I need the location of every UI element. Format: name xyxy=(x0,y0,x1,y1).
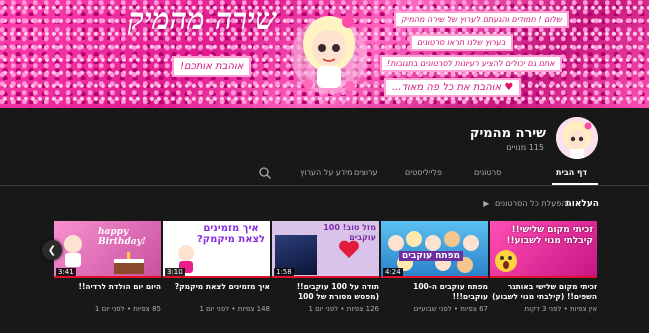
video-meta: 126 צפיות • לפני יום 1 xyxy=(308,305,379,313)
character-icon xyxy=(64,235,82,267)
watched-progress-bar xyxy=(163,276,270,278)
tab-about[interactable]: מידע על הערוץ xyxy=(300,168,352,177)
thumbnail-text: איך מזמינים לצאת מיקמק? xyxy=(196,223,266,245)
play-all-button[interactable]: להפעלת כל הסרטונים ▶ xyxy=(483,199,571,208)
banner-card-4: ♥ אוהבת את כל פה מאוד... xyxy=(384,78,522,97)
video-title[interactable]: היום יום הולדת לרדיה!! xyxy=(54,282,161,303)
video-meta: 148 צפיות • לפני יום 1 xyxy=(199,305,270,313)
video-thumbnail[interactable]: מפתח עוקבים 4:24 xyxy=(381,221,488,278)
video-title[interactable]: זכיתי מקום שלישי באותגר השפים!! (קילבתי … xyxy=(490,282,597,303)
subscriber-count: 115 מנויים xyxy=(506,143,544,152)
watched-progress-bar xyxy=(381,276,488,278)
channel-banner: שירה מהמיק אוהבת אותכם! שלום ! חמודים וה… xyxy=(0,0,649,108)
youtube-channel-page: שירה מהמיק אוהבת אותכם! שלום ! חמודים וה… xyxy=(0,0,649,333)
thumbnail-text: מפתח עוקבים xyxy=(399,251,464,261)
video-meta: 67 צפיות • לפני שבועיים xyxy=(413,305,488,313)
banner-title: שירה מהמיק xyxy=(128,2,277,37)
cake-icon xyxy=(114,252,144,274)
channel-name: שירה מהמיק xyxy=(469,126,546,141)
watched-progress-bar xyxy=(54,276,161,278)
video-card[interactable]: איך מזמינים לצאת מיקמק? 3:10 איך מזמינים… xyxy=(163,221,270,313)
watched-progress-bar xyxy=(490,276,597,278)
tab-playlists[interactable]: פלייליסטים xyxy=(405,168,442,177)
video-card[interactable]: מפתח עוקבים 4:24 מפתח עוקבים ה-100 עוקבי… xyxy=(381,221,488,313)
play-all-label: להפעלת כל הסרטונים xyxy=(494,199,571,208)
channel-tabs: דף הבית סרטונים פלייליסטים ערוצים מידע ע… xyxy=(0,162,649,186)
banner-card-2: בערוץ שלנו תראו סרטונים xyxy=(410,34,513,51)
video-title[interactable]: איך מזמינים לצאת מיקמק? xyxy=(163,282,270,303)
video-duration: 4:24 xyxy=(383,268,403,276)
video-thumbnail[interactable]: happy Birthday! 3:41 xyxy=(54,221,161,278)
shocked-emoji-icon xyxy=(495,250,517,272)
video-thumbnail[interactable]: מזל טוב! 100 עוקבים 1:58 xyxy=(272,221,379,278)
tab-home[interactable]: דף הבית xyxy=(556,168,587,177)
active-tab-indicator xyxy=(552,183,598,185)
watched-progress-bar xyxy=(272,276,379,278)
video-card[interactable]: זכיתי מקום שלישי!! קיבלתי מנוי לשבוע!! ז… xyxy=(490,221,597,313)
search-icon[interactable] xyxy=(258,166,272,180)
banner-card-4-text: אוהבת את כל פה מאוד... xyxy=(392,82,502,93)
scroll-left-button[interactable]: ❮ xyxy=(42,240,62,260)
video-duration: 3:10 xyxy=(165,268,185,276)
tab-videos[interactable]: סרטונים xyxy=(474,168,501,177)
video-title[interactable]: מפתח עוקבים ה-100 עוקבים!!! xyxy=(381,282,488,303)
video-duration: 1:58 xyxy=(274,268,294,276)
thumbnail-text: happy Birthday! xyxy=(98,227,146,247)
thumbnail-text: זכיתי מקום שלישי!! קיבלתי מנוי לשבוע!! xyxy=(506,225,593,246)
chevron-left-icon: ❮ xyxy=(47,244,57,256)
tab-channels[interactable]: ערוצים xyxy=(354,168,378,177)
video-meta: 85 צפיות • לפני יום 1 xyxy=(94,305,161,313)
video-card[interactable]: מזל טוב! 100 עוקבים 1:58 תודה על 100 עוק… xyxy=(272,221,379,313)
banner-card-3: אתם גם יכולים להציע רעיונות לסרטונים בתג… xyxy=(380,55,562,72)
avatar-icon xyxy=(556,117,598,159)
video-title[interactable]: תודה על 100 עוקבים!! (מפסש מסורת של 100 … xyxy=(272,282,379,303)
video-duration: 3:41 xyxy=(56,268,76,276)
video-thumbnail[interactable]: איך מזמינים לצאת מיקמק? 3:10 xyxy=(163,221,270,278)
channel-avatar[interactable] xyxy=(556,117,598,159)
video-meta: אין צפיות • לפני 3 דקות xyxy=(524,305,598,313)
love-button: אוהבת אותכם! xyxy=(172,56,252,77)
heart-icon xyxy=(339,240,359,258)
banner-avatar-art xyxy=(291,16,367,94)
video-card[interactable]: happy Birthday! 3:41 היום יום הולדת לרדי… xyxy=(54,221,161,313)
play-icon: ▶ xyxy=(483,199,490,208)
video-thumbnail[interactable]: זכיתי מקום שלישי!! קיבלתי מנוי לשבוע!! xyxy=(490,221,597,278)
heart-icon: ♥ xyxy=(504,82,514,93)
banner-card-1: שלום ! חמודים והגעתם לערוץ של שירה מהמיק xyxy=(394,11,569,28)
